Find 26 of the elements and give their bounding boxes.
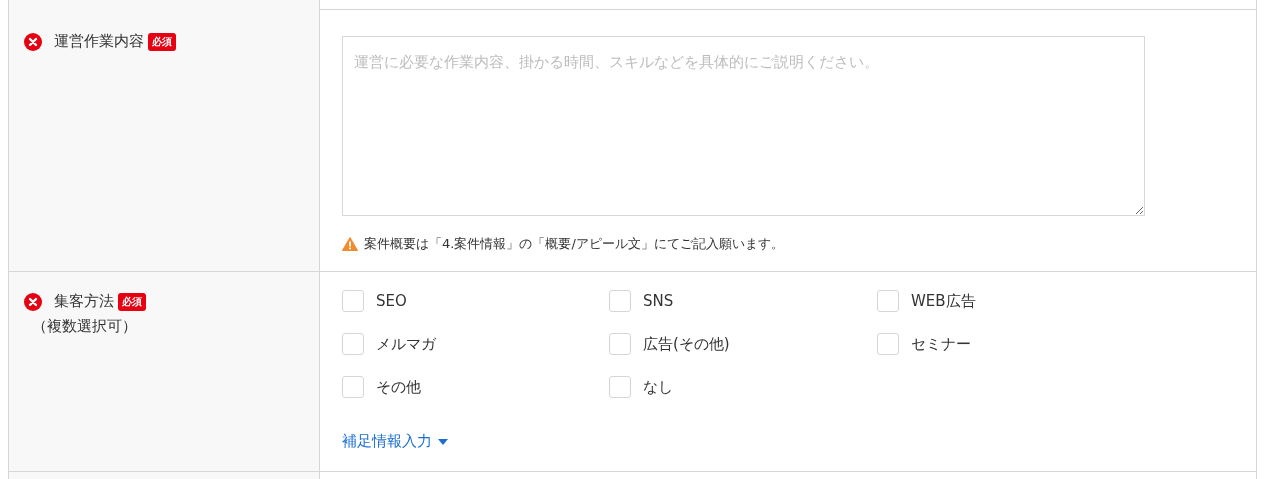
warning-icon: [342, 237, 358, 251]
checkbox-label: SNS: [643, 292, 674, 310]
checkbox-label: 広告(その他): [643, 334, 730, 354]
checkbox[interactable]: [609, 290, 631, 312]
field-sublabel: （複数選択可）: [32, 317, 138, 336]
checkbox[interactable]: [877, 290, 899, 312]
supplement-link[interactable]: 補足情報入力: [342, 432, 448, 451]
checkbox-label: SEO: [376, 292, 407, 310]
checkbox[interactable]: [609, 376, 631, 398]
checkbox[interactable]: [877, 333, 899, 355]
checkbox-label: WEB広告: [911, 291, 976, 311]
required-badge: 必須: [118, 292, 146, 311]
checkbox-label: なし: [643, 377, 673, 397]
field-label: 運営作業内容: [54, 32, 144, 51]
checkbox-label: その他: [376, 377, 421, 397]
checkbox[interactable]: [342, 376, 364, 398]
checkbox[interactable]: [609, 333, 631, 355]
checkbox-label: セミナー: [911, 334, 971, 354]
required-badge: 必須: [148, 32, 176, 51]
checkbox[interactable]: [342, 290, 364, 312]
checkbox[interactable]: [342, 333, 364, 355]
caret-icon: [438, 438, 448, 445]
note-text: 案件概要は「4.案件情報」の「概要/アピール文」にてご記入願います。: [364, 235, 784, 253]
field-label: 集客方法: [54, 292, 114, 311]
description-textarea[interactable]: 運営に必要な作業内容、掛かる時間、スキルなどを具体的にご説明ください。: [342, 36, 1145, 216]
checkbox-label: メルマガ: [376, 334, 436, 354]
